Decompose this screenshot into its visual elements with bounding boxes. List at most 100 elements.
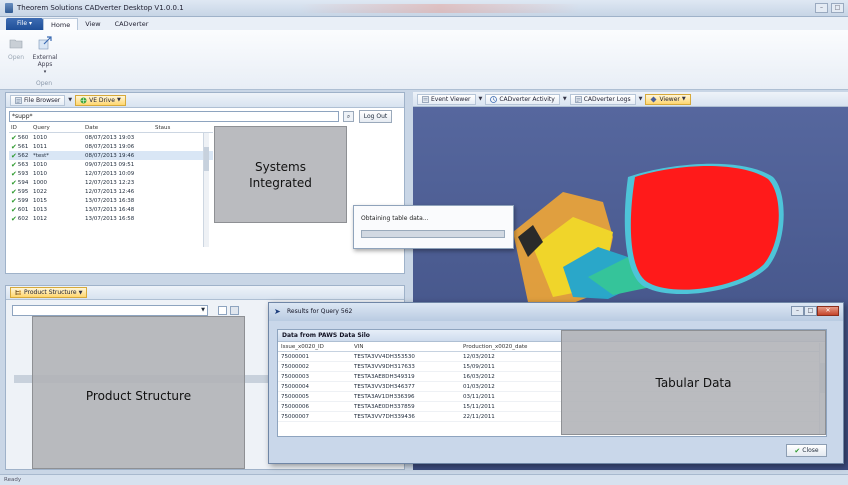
ve-drive-caret-icon: ▼ bbox=[116, 97, 121, 103]
table-row[interactable]: ✔ 561 1011 08/07/2013 19:06 bbox=[9, 142, 213, 151]
minimize-button[interactable]: – bbox=[815, 3, 828, 13]
progress-bar bbox=[361, 230, 505, 238]
event-viewer-caret-icon[interactable]: ▼ bbox=[479, 96, 483, 102]
results-title: Results for Query 562 bbox=[287, 308, 353, 315]
folder-icon bbox=[9, 39, 23, 49]
product-panel-tabs: Product Structure ▼ bbox=[6, 286, 404, 300]
file-menu-button[interactable]: File ▾ bbox=[6, 18, 43, 30]
close-button[interactable]: ✔ Close bbox=[786, 444, 827, 457]
log-out-button[interactable]: Log Out bbox=[359, 110, 392, 123]
cell-date: 12/03/2012 bbox=[463, 353, 495, 360]
row-date: 12/07/2013 12:46 bbox=[85, 188, 135, 195]
row-date: 08/07/2013 19:46 bbox=[85, 152, 135, 159]
tab-view[interactable]: View bbox=[78, 18, 107, 30]
scrollbar-thumb[interactable] bbox=[204, 147, 209, 171]
row-date: 09/07/2013 09:51 bbox=[85, 161, 135, 168]
check-icon: ✔ bbox=[11, 133, 17, 142]
tab-cadverter-logs[interactable]: CADverter Logs bbox=[569, 93, 636, 105]
cell-date: 15/11/2011 bbox=[463, 403, 495, 410]
row-id: 601 bbox=[17, 206, 29, 213]
row-id: 563 bbox=[17, 161, 29, 168]
cell-vin: TESTA3VV7DH339436 bbox=[354, 413, 415, 420]
table-row-selected[interactable]: ✔ 562 *test* 08/07/2013 19:46 bbox=[9, 151, 213, 160]
title-bar: Theorem Solutions CADverter Desktop V1.0… bbox=[0, 0, 848, 17]
left-panel-tabs: File Browser ▼ VE Drive ▼ bbox=[6, 93, 404, 108]
cell-date: 01/03/2012 bbox=[463, 383, 495, 390]
search-button[interactable]: ⌕ bbox=[343, 111, 354, 122]
table-row[interactable]: ✔ 595 1022 12/07/2013 12:46 bbox=[9, 187, 213, 196]
cell-issue: 75000007 bbox=[281, 413, 309, 420]
file-menu-label: File bbox=[17, 20, 28, 27]
row-date: 08/07/2013 19:06 bbox=[85, 143, 135, 150]
row-date: 13/07/2013 16:58 bbox=[85, 215, 135, 222]
tab-file-browser[interactable]: File Browser bbox=[10, 94, 66, 106]
tab-cadverter[interactable]: CADverter bbox=[108, 18, 156, 30]
table-row[interactable]: ✔ 602 1012 13/07/2013 16:58 bbox=[9, 214, 213, 223]
tab-event-viewer[interactable]: Event Viewer bbox=[417, 93, 476, 105]
results-window-controls: – □ ✕ bbox=[791, 306, 839, 316]
table-row[interactable]: ✔ 563 1010 09/07/2013 09:51 bbox=[9, 160, 213, 169]
cell-issue: 75000004 bbox=[281, 383, 309, 390]
query-table-header: ID Query Date Staus bbox=[9, 124, 213, 133]
window-controls: – □ bbox=[815, 3, 844, 13]
row-query: 1013 bbox=[33, 206, 47, 213]
results-title-bar: ➤ Results for Query 562 – □ ✕ bbox=[269, 303, 843, 321]
check-icon: ✔ bbox=[11, 178, 17, 187]
close-check-icon: ✔ bbox=[794, 446, 801, 455]
external-apps-button[interactable]: External Apps ▾ bbox=[30, 36, 60, 75]
results-maximize-button[interactable]: □ bbox=[804, 306, 817, 316]
row-id: 594 bbox=[17, 179, 29, 186]
menu-bar: File ▾ Home View CADverter bbox=[0, 17, 848, 30]
tab-viewer[interactable]: Viewer ▼ bbox=[645, 93, 691, 105]
file-browser-caret-icon[interactable]: ▼ bbox=[68, 97, 72, 103]
row-date: 13/07/2013 16:38 bbox=[85, 197, 135, 204]
tab-ve-drive[interactable]: VE Drive ▼ bbox=[75, 94, 126, 106]
col-id[interactable]: ID bbox=[9, 125, 33, 131]
cell-vin: TESTA3AE8DH349319 bbox=[354, 373, 415, 380]
tab-product-structure[interactable]: Product Structure ▼ bbox=[10, 287, 88, 298]
ve-drive-icon bbox=[80, 97, 87, 103]
col-production-date[interactable]: Production_x0020_date bbox=[463, 344, 563, 350]
results-minimize-button[interactable]: – bbox=[791, 306, 804, 316]
table-row[interactable]: ✔ 594 1000 12/07/2013 12:23 bbox=[9, 178, 213, 187]
row-id: 562 bbox=[17, 152, 29, 159]
row-query: 1010 bbox=[33, 134, 47, 141]
logs-label: CADverter Logs bbox=[583, 95, 631, 103]
row-id: 595 bbox=[17, 188, 29, 195]
results-close-icon[interactable]: ✕ bbox=[817, 306, 839, 316]
query-search-input[interactable] bbox=[9, 111, 339, 122]
query-table: ID Query Date Staus ✔ 560 1010 08/07/2013 1… bbox=[9, 124, 213, 249]
product-structure-caret-icon: ▼ bbox=[78, 289, 83, 296]
check-icon: ✔ bbox=[11, 169, 17, 178]
check-all-toggle[interactable] bbox=[218, 306, 227, 315]
product-structure-overlay-label: Product Structure bbox=[85, 389, 192, 403]
activity-caret-icon[interactable]: ▼ bbox=[563, 96, 567, 102]
row-date: 08/07/2013 19:03 bbox=[85, 134, 135, 141]
col-query[interactable]: Query bbox=[33, 125, 85, 131]
col-issue-id[interactable]: Issue_x0020_ID bbox=[278, 344, 354, 350]
table-row[interactable]: ✔ 560 1010 08/07/2013 19:03 bbox=[9, 133, 213, 142]
open-button[interactable]: Open bbox=[6, 36, 26, 61]
tab-cadverter-activity[interactable]: CADverter Activity bbox=[485, 93, 560, 105]
dropdown-chevron-down-icon: ▼ bbox=[201, 307, 205, 313]
product-structure-dropdown[interactable]: ▼ bbox=[12, 305, 208, 316]
table-row[interactable]: ✔ 593 1010 12/07/2013 10:09 bbox=[9, 169, 213, 178]
toolbar-grid-button[interactable] bbox=[230, 306, 239, 315]
row-date: 13/07/2013 16:48 bbox=[85, 206, 135, 213]
table-row[interactable]: ✔ 599 1015 13/07/2013 16:38 bbox=[9, 196, 213, 205]
table-row[interactable]: ✔ 601 1013 13/07/2013 16:48 bbox=[9, 205, 213, 214]
row-query: 1015 bbox=[33, 197, 47, 204]
maximize-button[interactable]: □ bbox=[831, 3, 844, 13]
col-vin[interactable]: VIN bbox=[354, 344, 463, 350]
cell-issue: 75000001 bbox=[281, 353, 309, 360]
row-date: 12/07/2013 10:09 bbox=[85, 170, 135, 177]
col-date[interactable]: Date bbox=[85, 125, 155, 131]
viewer-icon bbox=[650, 96, 657, 102]
check-icon: ✔ bbox=[11, 187, 17, 196]
cell-vin: TESTA3VV3DH346377 bbox=[354, 383, 415, 390]
col-status[interactable]: Staus bbox=[155, 125, 205, 131]
query-table-scrollbar[interactable] bbox=[203, 133, 209, 247]
tab-home[interactable]: Home bbox=[43, 18, 79, 30]
row-query: 1010 bbox=[33, 170, 47, 177]
logs-caret-icon[interactable]: ▼ bbox=[639, 96, 643, 102]
